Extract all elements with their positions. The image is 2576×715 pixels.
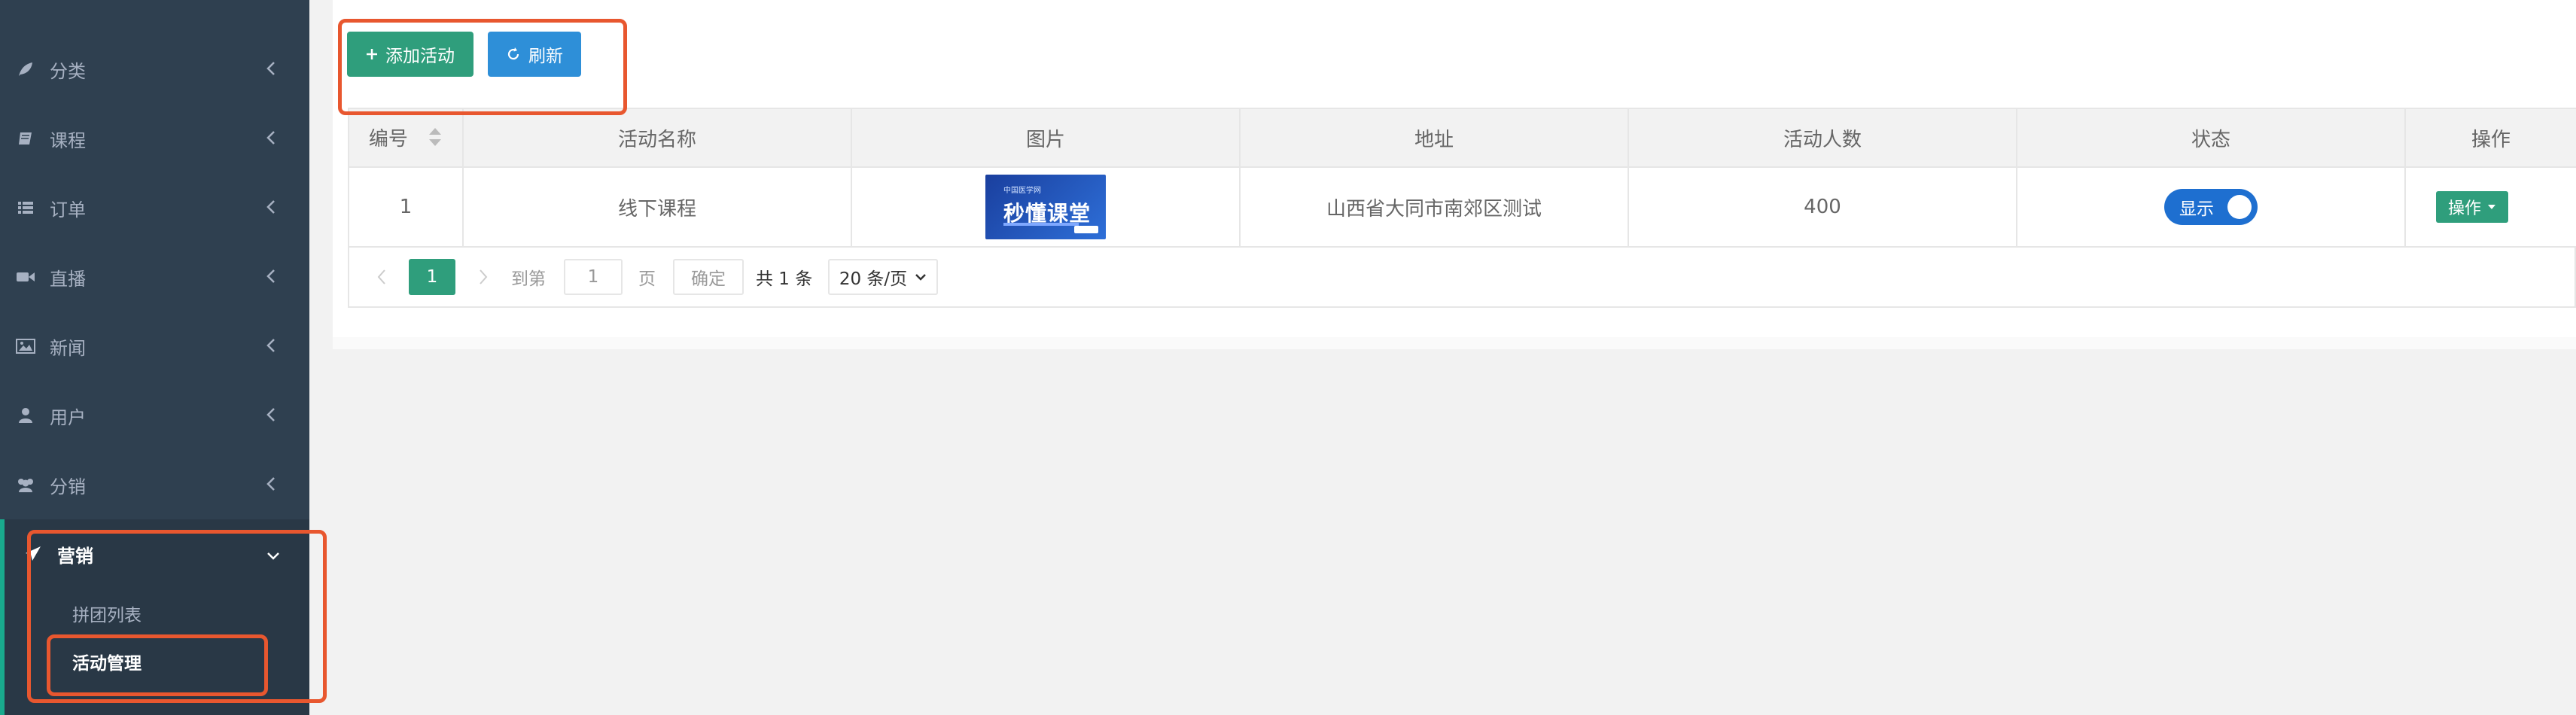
- confirm-page-button[interactable]: 确定: [673, 259, 744, 295]
- status-toggle[interactable]: 显示: [2164, 189, 2258, 225]
- column-header-action: 操作: [2404, 108, 2576, 168]
- sort-icon[interactable]: [428, 126, 443, 153]
- cell-image: 中国医学网 秒懂课堂: [851, 166, 1241, 248]
- action-dropdown-button[interactable]: 操作: [2436, 191, 2508, 223]
- activity-thumbnail: 中国医学网 秒懂课堂: [985, 175, 1106, 239]
- column-header-label: 编号: [368, 127, 408, 151]
- sidebar-item-order[interactable]: 订单: [0, 173, 309, 242]
- cell-id: 1: [348, 166, 464, 248]
- status-toggle-label: 显示: [2179, 199, 2214, 219]
- sidebar-item-category[interactable]: 分类: [0, 35, 309, 104]
- cell-count: 400: [1628, 166, 2017, 248]
- column-header-id[interactable]: 编号: [348, 108, 464, 168]
- panel-footer: [333, 337, 2576, 349]
- sidebar-item-label: 新闻: [50, 337, 86, 359]
- cell-action: 操作: [2404, 166, 2576, 248]
- column-header-address: 地址: [1239, 108, 1629, 168]
- column-header-status: 状态: [2016, 108, 2406, 168]
- page-size-value: 20 条/页: [839, 269, 908, 289]
- chevron-down-icon: [915, 273, 927, 281]
- chevron-left-icon: [261, 128, 281, 148]
- next-page-icon[interactable]: [472, 259, 495, 295]
- thumbnail-badge: [1074, 226, 1098, 233]
- column-header-count: 活动人数: [1628, 108, 2017, 168]
- chevron-left-icon: [261, 474, 281, 494]
- table-row: 1 线下课程 中国医学网 秒懂课堂 山西省大同市南郊区测试 400 显示 操作: [348, 166, 2576, 248]
- table-header-row: 编号 活动名称 图片 地址 活动人数 状态 操作: [348, 108, 2576, 168]
- sidebar-item-live[interactable]: 直播: [0, 242, 309, 312]
- sidebar-item-label: 订单: [50, 199, 86, 221]
- toggle-knob: [2227, 195, 2252, 219]
- annotation-box-activity-manage: [47, 634, 268, 696]
- list-icon: [15, 197, 36, 218]
- leaf-icon: [15, 59, 36, 80]
- sidebar-item-label: 直播: [50, 268, 86, 290]
- cell-status: 显示: [2016, 166, 2406, 248]
- users-icon: [15, 474, 36, 495]
- prev-page-icon[interactable]: [370, 259, 393, 295]
- book-icon: [15, 128, 36, 149]
- column-header-name: 活动名称: [462, 108, 852, 168]
- annotation-box-toolbar: [338, 19, 627, 115]
- sidebar-item-label: 分类: [50, 60, 86, 82]
- sidebar-item-label: 分销: [50, 476, 86, 497]
- total-count: 共 1 条: [756, 269, 813, 289]
- caret-down-icon: [2487, 204, 2496, 210]
- chevron-left-icon: [261, 336, 281, 355]
- cell-address: 山西省大同市南郊区测试: [1239, 166, 1629, 248]
- sidebar-item-label: 用户: [50, 406, 86, 428]
- sidebar-item-distribution[interactable]: 分销: [0, 450, 309, 519]
- thumbnail-stripe: [1003, 223, 1079, 226]
- picture-icon: [15, 336, 36, 357]
- page-unit-label: 页: [638, 269, 656, 289]
- thumbnail-subtitle: 中国医学网: [1003, 187, 1041, 195]
- chevron-left-icon: [261, 266, 281, 286]
- action-label: 操作: [2447, 199, 2481, 218]
- sidebar-item-course[interactable]: 课程: [0, 104, 309, 173]
- cell-name: 线下课程: [462, 166, 852, 248]
- sidebar-item-news[interactable]: 新闻: [0, 312, 309, 381]
- video-camera-icon: [15, 266, 36, 288]
- sidebar-item-label: 课程: [50, 129, 86, 151]
- current-page[interactable]: 1: [409, 259, 455, 295]
- page-input[interactable]: 1: [564, 259, 623, 295]
- activity-table: 编号 活动名称 图片 地址 活动人数 状态 操作 1 线下课程 中国医学网 秒懂…: [348, 108, 2576, 248]
- sidebar-item-user[interactable]: 用户: [0, 381, 309, 450]
- goto-label: 到第: [511, 269, 546, 289]
- column-header-image: 图片: [851, 108, 1241, 168]
- chevron-left-icon: [261, 59, 281, 78]
- pagination: 1 到第 1 页 确定 共 1 条 20 条/页: [348, 248, 2576, 308]
- chevron-left-icon: [261, 405, 281, 424]
- chevron-left-icon: [261, 197, 281, 217]
- page-size-select[interactable]: 20 条/页: [828, 259, 938, 295]
- user-icon: [15, 405, 36, 426]
